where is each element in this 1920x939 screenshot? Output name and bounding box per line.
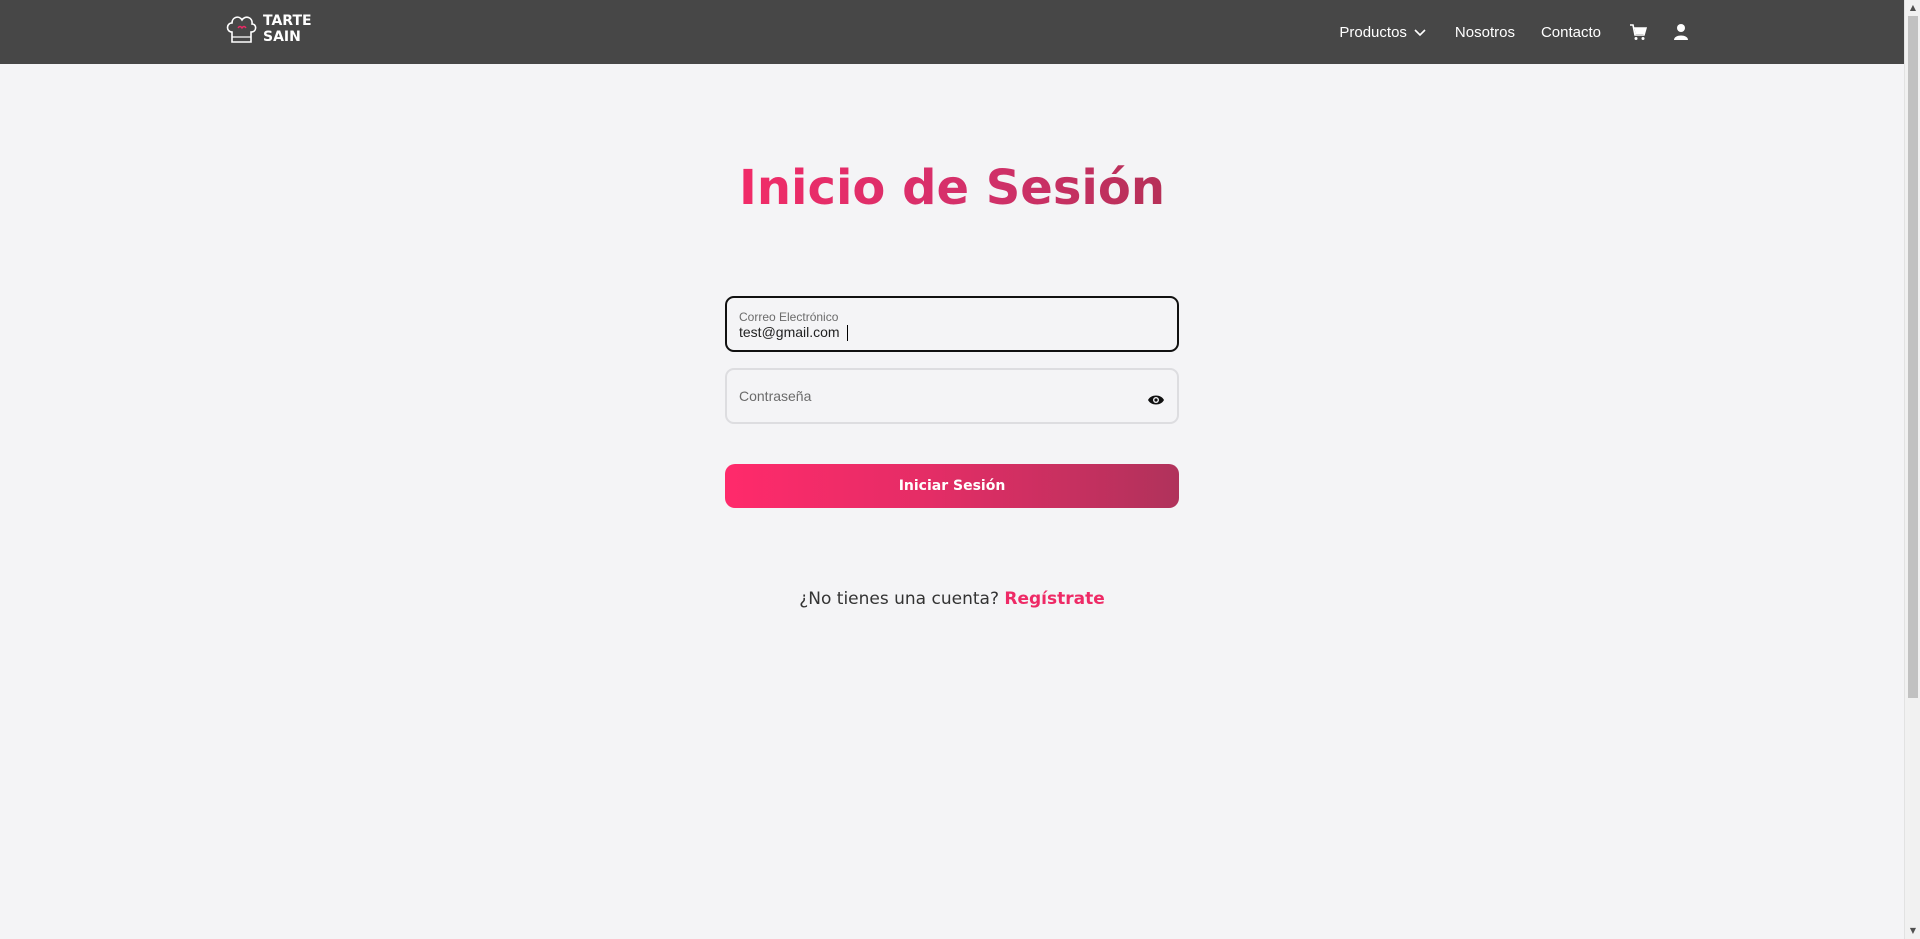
nav-contact[interactable]: Contacto	[1541, 24, 1601, 41]
nav-products-label: Productos	[1339, 23, 1407, 41]
user-icon[interactable]	[1673, 23, 1689, 41]
password-field[interactable]: Contraseña	[725, 368, 1179, 424]
cart-icon[interactable]	[1629, 23, 1647, 41]
nav-about[interactable]: Nosotros	[1455, 24, 1515, 41]
brand-line-2: SAIN	[263, 29, 301, 45]
brand-line-1: TARTE	[263, 13, 312, 29]
login-button[interactable]: Iniciar Sesión	[725, 464, 1179, 508]
chevron-down-icon	[1414, 29, 1426, 37]
nav-products[interactable]: Productos	[1339, 24, 1427, 41]
text-caret	[847, 325, 848, 341]
email-input[interactable]	[739, 324, 1139, 340]
email-field-label: Correo Electrónico	[739, 310, 839, 324]
page-title: Inicio de Sesión	[739, 160, 1165, 216]
password-placeholder: Contraseña	[739, 388, 812, 404]
register-prompt-text: ¿No tienes una cuenta?	[799, 589, 999, 609]
scroll-down-arrow-icon[interactable]: ▼	[1905, 923, 1920, 939]
scrollbar-thumb[interactable]	[1908, 16, 1918, 698]
register-prompt: ¿No tienes una cuenta? Regístrate	[0, 589, 1904, 609]
chef-hat-icon	[226, 16, 257, 43]
register-link[interactable]: Regístrate	[1004, 589, 1104, 609]
nav-about-label: Nosotros	[1454, 23, 1515, 41]
nav-contact-label: Contacto	[1540, 23, 1601, 41]
nav-links: Productos Nosotros Contacto	[1339, 0, 1689, 64]
email-field[interactable]: Correo Electrónico	[725, 296, 1179, 352]
page-title-container: Inicio de Sesión	[0, 160, 1904, 216]
page-scrollbar[interactable]: ▲ ▼	[1904, 0, 1920, 939]
eye-icon[interactable]	[1147, 394, 1165, 406]
scroll-up-arrow-icon[interactable]: ▲	[1905, 0, 1920, 16]
brand-name: TARTE SAIN	[263, 13, 312, 45]
top-navbar: TARTE SAIN Productos Nosotros Contacto	[0, 0, 1904, 64]
brand-logo[interactable]: TARTE SAIN	[224, 12, 312, 46]
